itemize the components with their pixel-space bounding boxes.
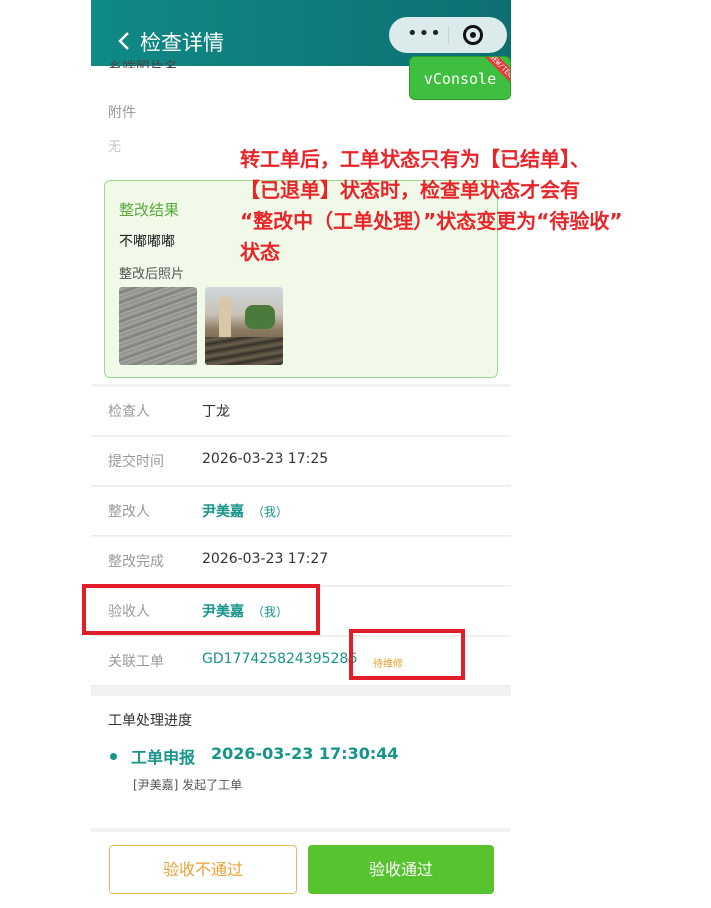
- rectify-done-label: 整改完成: [108, 554, 164, 570]
- rectifier-value[interactable]: 尹美嘉 （我）: [202, 501, 288, 521]
- rectification-title: 整改结果: [119, 201, 180, 219]
- timeline-dot-icon: [110, 753, 117, 760]
- more-menu-icon[interactable]: •••: [407, 22, 442, 46]
- rectifier-row: 整改人 尹美嘉 （我）: [91, 487, 511, 536]
- mini-program-screen: 检查详情 ••• vConsole NEW/TEN 附件 无 整改结果 不嘟嘟嘟…: [91, 0, 511, 908]
- rectification-text: 不嘟嘟嘟: [119, 234, 175, 250]
- rectify-done-value: 2026-03-23 17:27: [202, 551, 329, 567]
- partial-cut-text: 乡端照片名: [108, 60, 178, 68]
- rectification-photo-2[interactable]: [205, 287, 283, 365]
- annotation-line-2: 【已退单】状态时，检查单状态才会有: [240, 178, 580, 202]
- rectify-done-row: 整改完成 2026-03-23 17:27: [91, 537, 511, 586]
- attachment-value: 无: [108, 140, 122, 155]
- annotation-line-1: 转工单后，工单状态只有为【已结单】、: [240, 147, 590, 171]
- rectification-photo-1[interactable]: [119, 287, 197, 365]
- submit-time-label: 提交时间: [108, 454, 164, 470]
- submit-time-value: 2026-03-23 17:25: [202, 451, 329, 467]
- work-order-progress: 工单处理进度 工单申报 2026-03-23 17:30:44 [尹美嘉] 发起…: [91, 696, 511, 828]
- timeline-item-type: 工单申报: [131, 748, 196, 767]
- action-bar: 验收不通过 验收通过: [91, 832, 511, 908]
- annotation-line-4: 状态: [240, 240, 280, 264]
- progress-title: 工单处理进度: [108, 713, 192, 729]
- screenshot-stage: 检查详情 ••• vConsole NEW/TEN 附件 无 整改结果 不嘟嘟嘟…: [0, 0, 711, 908]
- submit-time-row: 提交时间 2026-03-23 17:25: [91, 437, 511, 486]
- close-target-icon[interactable]: [463, 25, 483, 45]
- rectifier-label: 整改人: [108, 504, 150, 520]
- photo-tree: [245, 305, 275, 329]
- highlight-box-status: [349, 629, 465, 680]
- photo-floor: [205, 337, 283, 365]
- pass-acceptance-button[interactable]: 验收通过: [308, 845, 494, 894]
- rectifier-me-tag: （我）: [252, 505, 289, 519]
- vconsole-label: vConsole: [423, 70, 497, 88]
- back-arrow-icon[interactable]: [117, 30, 131, 52]
- inspector-value: 丁龙: [202, 404, 230, 420]
- work-order-label: 关联工单: [108, 654, 164, 670]
- page-title: 检查详情: [140, 31, 224, 55]
- red-annotation-text: 转工单后，工单状态只有为【已结单】、 【已退单】状态时，检查单状态才会有 “整改…: [240, 144, 680, 268]
- highlight-box-acceptor: [82, 584, 320, 635]
- reject-acceptance-button[interactable]: 验收不通过: [109, 845, 297, 894]
- capsule-buttons: •••: [389, 17, 507, 53]
- timeline-item-desc: [尹美嘉] 发起了工单: [133, 778, 243, 792]
- annotation-line-3: “整改中（工单处理）”状态变更为“待验收”: [240, 209, 623, 233]
- rectification-photos-label: 整改后照片: [119, 267, 185, 282]
- inspector-label: 检查人: [108, 404, 150, 420]
- attachment-label: 附件: [108, 105, 136, 121]
- capsule-divider: [448, 26, 449, 44]
- timeline-item-time: 2026-03-23 17:30:44: [211, 744, 399, 763]
- work-order-number[interactable]: GD177425824395286: [202, 651, 357, 667]
- rectifier-name: 尹美嘉: [202, 504, 244, 520]
- inspector-row: 检查人 丁龙: [91, 387, 511, 436]
- vconsole-button[interactable]: vConsole NEW/TEN: [409, 56, 511, 100]
